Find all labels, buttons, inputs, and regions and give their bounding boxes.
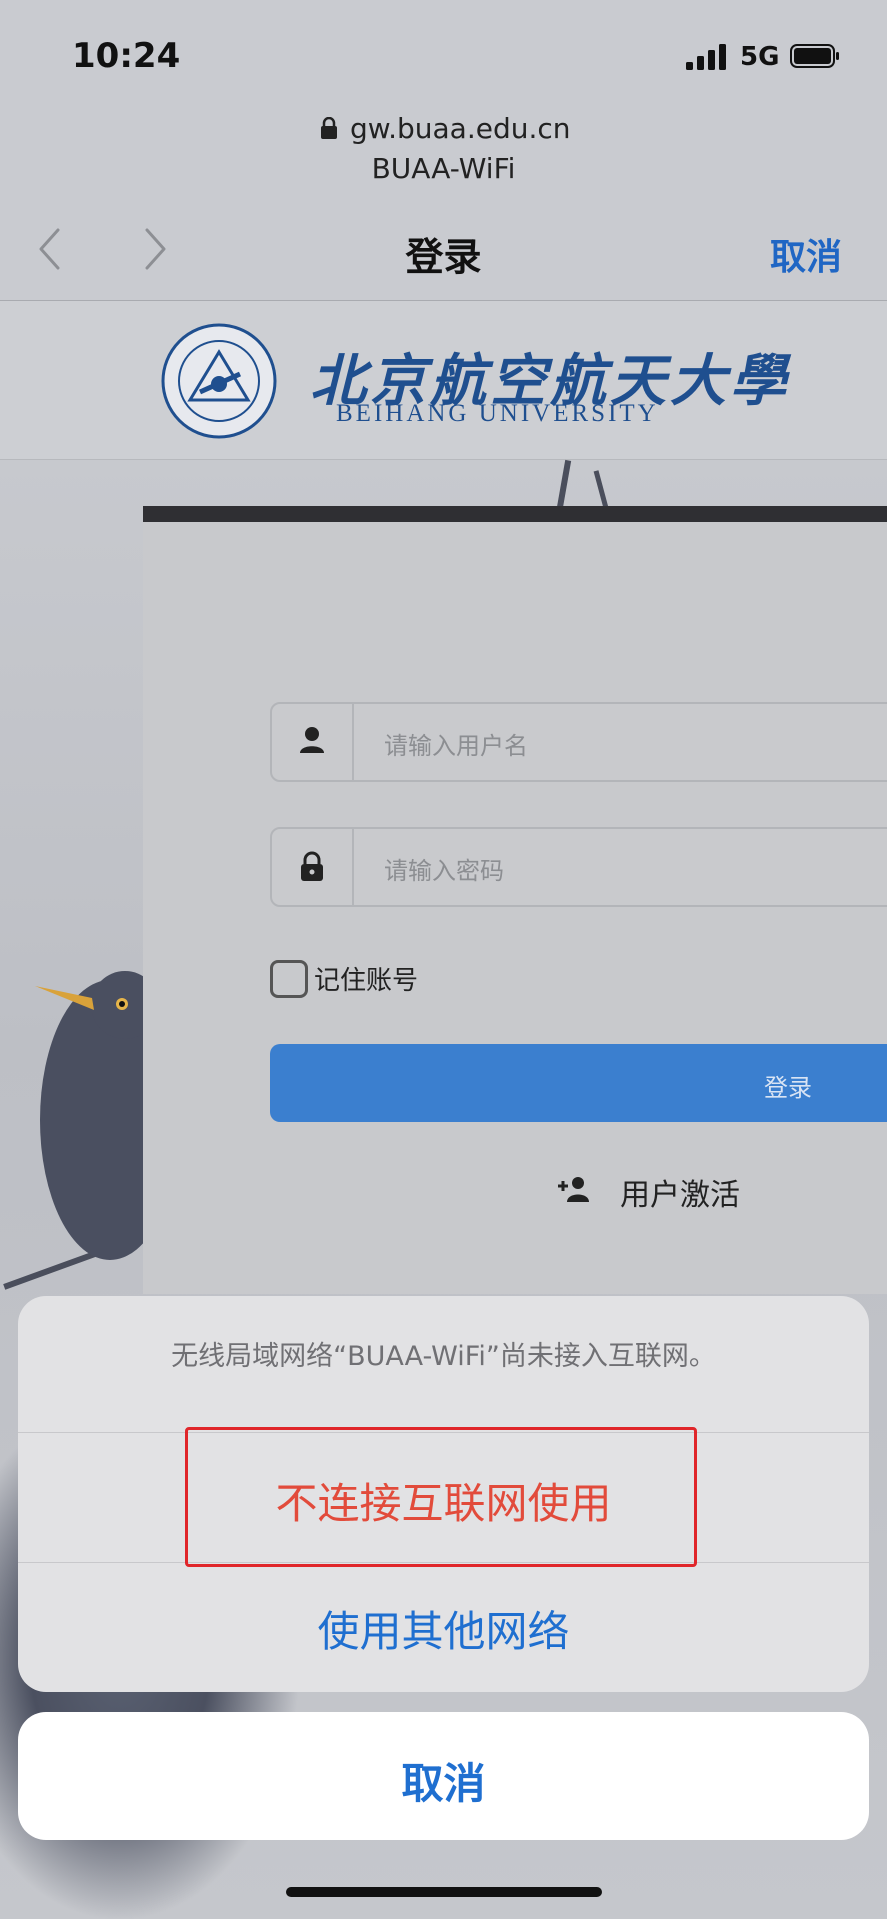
bird-illustration [35, 971, 160, 1260]
home-indicator[interactable] [286, 1887, 602, 1897]
password-field[interactable]: 请输入密码 [270, 827, 887, 907]
url-text: gw.buaa.edu.cn [350, 112, 571, 145]
university-seal-logo [161, 323, 277, 439]
university-name-english: BEIHANG UNIVERSITY [336, 400, 659, 427]
password-icon-box [272, 829, 354, 905]
login-button-label: 登录 [764, 1074, 812, 1102]
username-icon-box [272, 704, 354, 780]
user-icon [300, 727, 324, 753]
remember-account-checkbox[interactable] [270, 960, 308, 998]
add-user-icon[interactable] [557, 1176, 591, 1202]
username-placeholder: 请输入用户名 [384, 732, 528, 760]
action-sheet-cancel-label: 取消 [401, 1759, 486, 1808]
remember-account-label: 记住账号 [314, 966, 419, 996]
page-title: 登录 [405, 235, 482, 279]
network-name: BUAA-WiFi [371, 152, 516, 185]
use-other-network-button[interactable]: 使用其他网络 [18, 1598, 869, 1659]
network-type: 5G [740, 42, 780, 72]
lock-icon [301, 851, 323, 881]
status-time: 10:24 [72, 36, 181, 76]
user-activation-link[interactable]: 用户激活 [620, 1170, 740, 1214]
password-placeholder: 请输入密码 [384, 857, 504, 885]
cellular-signal-icon [686, 44, 726, 70]
action-sheet-message: 无线局域网络“BUAA-WiFi”尚未接入互联网。 [171, 1341, 716, 1372]
lock-icon [321, 117, 337, 139]
username-field[interactable]: 请输入用户名 [270, 702, 887, 782]
cancel-button[interactable]: 取消 [770, 228, 842, 280]
highlight-box [185, 1427, 697, 1567]
action-sheet-cancel-button[interactable]: 取消 [18, 1712, 869, 1840]
battery-icon [790, 44, 839, 68]
